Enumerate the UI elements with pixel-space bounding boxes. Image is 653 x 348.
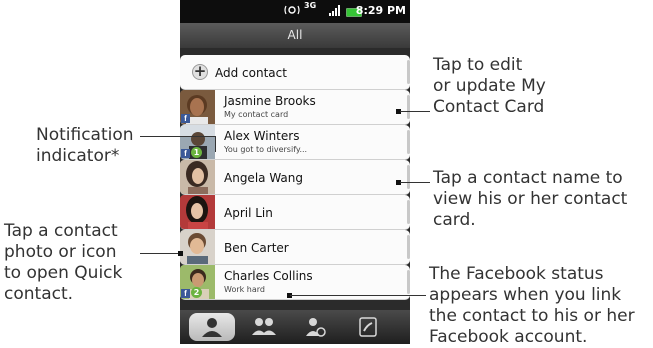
leader-line-name — [400, 182, 430, 183]
facebook-icon: f — [181, 289, 190, 298]
status-bar: 3G 8:29 PM — [180, 0, 410, 23]
annotation-notification: Notification indicator* — [36, 125, 134, 166]
contact-row-ben-carter[interactable]: Ben Carter — [180, 230, 410, 265]
row-handle — [407, 95, 410, 119]
add-icon: + — [192, 62, 208, 80]
contact-name: Alex Winters — [224, 129, 300, 143]
contact-row-april-lin[interactable]: April Lin — [180, 195, 410, 230]
row-handle — [407, 235, 410, 259]
tab-groups[interactable] — [241, 313, 287, 341]
contact-photo[interactable]: f 2 — [180, 265, 215, 299]
contact-name: April Lin — [224, 206, 273, 220]
tab-call-history[interactable] — [345, 313, 391, 341]
contact-photo[interactable] — [180, 160, 215, 194]
annotation-facebook-status: The Facebook status appears when you lin… — [429, 264, 635, 347]
contact-search-icon — [306, 318, 326, 337]
contact-row-jasmine-brooks[interactable]: f Jasmine Brooks My contact card — [180, 90, 410, 125]
person-icon — [202, 318, 222, 337]
signal-icon — [329, 5, 340, 16]
leader-line-photo — [140, 253, 180, 254]
add-contact-label: Add contact — [215, 66, 287, 80]
leader-line-notification — [140, 136, 216, 137]
groups-icon — [252, 318, 276, 335]
leader-line-facebook — [290, 295, 426, 296]
contact-name: Charles Collins — [224, 269, 313, 283]
contact-photo[interactable]: f 1 — [180, 125, 215, 159]
sync-icon — [284, 5, 300, 15]
bottom-tab-bar — [180, 310, 410, 344]
annotation-edit-contact-card: Tap to edit or update My Contact Card — [433, 55, 546, 117]
contact-list: + Add contact f Jasmine Brooks My contac… — [180, 53, 410, 310]
contact-photo[interactable] — [180, 230, 215, 264]
contact-photo[interactable] — [180, 195, 215, 229]
phone-screen: 3G 8:29 PM All + Add contact f Jasmine B… — [180, 0, 410, 344]
notification-badge: 2 — [191, 287, 202, 298]
notification-badge: 1 — [191, 147, 202, 158]
contact-name: Angela Wang — [224, 171, 303, 185]
leader-line-notification-vertical — [215, 136, 216, 152]
annotation-photo: Tap a contact photo or icon to open Quic… — [4, 221, 123, 304]
add-contact-button[interactable]: + Add contact — [180, 55, 410, 90]
contact-subtitle: My contact card — [224, 110, 289, 119]
contact-status: Work hard — [224, 285, 265, 294]
page-title[interactable]: All — [180, 23, 410, 48]
contact-photo[interactable]: f — [180, 90, 215, 124]
row-handle — [407, 165, 410, 189]
row-handle — [407, 270, 410, 294]
contact-status: You got to diversify... — [224, 145, 308, 154]
contact-name: Jasmine Brooks — [224, 94, 316, 108]
contact-row-angela-wang[interactable]: Angela Wang — [180, 160, 410, 195]
row-handle — [407, 130, 410, 154]
call-history-icon — [359, 317, 377, 337]
annotation-contact-name: Tap a contact name to view his or her co… — [433, 168, 628, 230]
row-handle — [407, 60, 410, 84]
tab-online-directories[interactable] — [293, 313, 339, 341]
clock: 8:29 PM — [355, 4, 406, 17]
contact-name: Ben Carter — [224, 241, 289, 255]
row-handle — [407, 200, 410, 224]
network-type: 3G — [304, 1, 317, 10]
facebook-icon: f — [181, 114, 190, 123]
leader-dot-photo — [178, 251, 183, 256]
leader-line-edit — [400, 111, 430, 112]
tab-people[interactable] — [189, 313, 235, 341]
facebook-icon: f — [181, 149, 190, 158]
